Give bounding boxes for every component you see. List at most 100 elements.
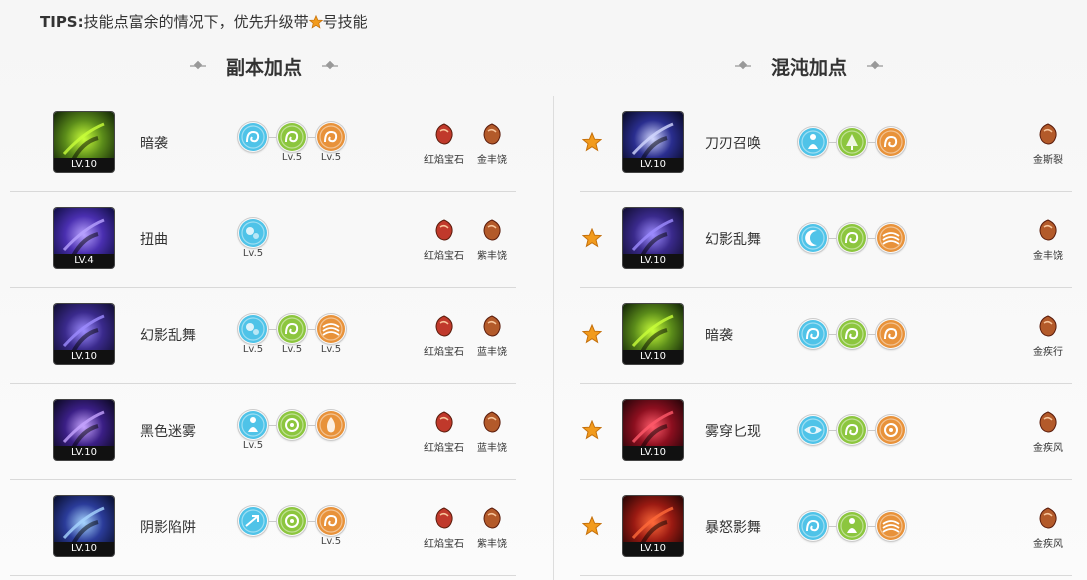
eye-cyan-rune-icon[interactable] bbox=[798, 415, 828, 445]
gem-label: 紫丰饶 bbox=[477, 539, 507, 550]
coil-green-rune-icon[interactable] bbox=[837, 319, 867, 349]
red-gem-icon[interactable] bbox=[432, 314, 456, 338]
row-divider bbox=[580, 479, 1072, 480]
row-divider bbox=[10, 383, 516, 384]
gold-gem-icon[interactable] bbox=[480, 506, 504, 530]
rune-connector bbox=[307, 137, 316, 138]
skill-level-label: LV.10 bbox=[623, 446, 683, 460]
rage-shadow-icon[interactable]: LV.10 bbox=[623, 496, 683, 556]
figure-green-rune-icon[interactable] bbox=[837, 511, 867, 541]
gold-gem-icon[interactable] bbox=[1036, 218, 1060, 242]
gem-label: 红焰宝石 bbox=[424, 251, 464, 262]
skill-name: 暗袭 bbox=[705, 328, 733, 344]
gem-label: 金丰饶 bbox=[1033, 251, 1063, 262]
ring-green-rune-icon[interactable] bbox=[277, 410, 307, 440]
blade-summon-icon[interactable]: LV.10 bbox=[623, 112, 683, 172]
phantom-dance-icon[interactable]: LV.10 bbox=[54, 304, 114, 364]
priority-star-icon bbox=[582, 132, 602, 152]
rune-connector bbox=[867, 526, 876, 527]
swirl-cyan-rune-icon[interactable] bbox=[798, 319, 828, 349]
gold-gem-icon[interactable] bbox=[480, 410, 504, 434]
rune-level: Lv.5 bbox=[320, 344, 342, 355]
decor-left-icon bbox=[733, 61, 753, 71]
rune-connector bbox=[867, 430, 876, 431]
wave-orange-rune-icon[interactable] bbox=[876, 511, 906, 541]
left-section-title: 副本加点 bbox=[226, 56, 303, 79]
rune-connector bbox=[828, 526, 837, 527]
coil-green-rune-icon[interactable] bbox=[277, 122, 307, 152]
figure-cyan-rune-icon[interactable] bbox=[798, 127, 828, 157]
priority-star-icon bbox=[582, 420, 602, 440]
row-divider bbox=[10, 575, 516, 576]
flame-orange-rune-icon[interactable] bbox=[316, 410, 346, 440]
red-gem-icon[interactable] bbox=[432, 410, 456, 434]
rune-connector bbox=[307, 425, 316, 426]
arrow-cyan-rune-icon[interactable] bbox=[238, 506, 268, 536]
wave-orange-rune-icon[interactable] bbox=[876, 223, 906, 253]
gem-label: 金丰饶 bbox=[477, 155, 507, 166]
coil-green-rune-icon[interactable] bbox=[837, 415, 867, 445]
tips-text-before: 技能点富余的情况下，优先升级带 bbox=[83, 13, 309, 31]
gold-gem-icon[interactable] bbox=[1036, 506, 1060, 530]
red-gem-icon[interactable] bbox=[432, 506, 456, 530]
swirl-orange-rune-icon[interactable] bbox=[316, 122, 346, 152]
rune-level: Lv.5 bbox=[281, 344, 303, 355]
swirl-orange-rune-icon[interactable] bbox=[316, 506, 346, 536]
swirl-orange-rune-icon[interactable] bbox=[876, 127, 906, 157]
black-mist-icon[interactable]: LV.10 bbox=[54, 400, 114, 460]
red-gem-icon[interactable] bbox=[432, 218, 456, 242]
dagger-strike-icon[interactable]: LV.10 bbox=[54, 112, 114, 172]
right-section-header: 混沌加点 bbox=[733, 52, 885, 80]
skill-level-label: LV.10 bbox=[623, 254, 683, 268]
moon-cyan-rune-icon[interactable] bbox=[798, 223, 828, 253]
row-divider bbox=[10, 191, 516, 192]
shadow-trap-icon[interactable]: LV.10 bbox=[54, 496, 114, 556]
bubble-cyan-rune-icon[interactable] bbox=[238, 314, 268, 344]
rune-connector bbox=[828, 430, 837, 431]
bubble-cyan-rune-icon[interactable] bbox=[238, 218, 268, 248]
dagger-strike-icon[interactable]: LV.10 bbox=[623, 304, 683, 364]
coil-green-rune-icon[interactable] bbox=[837, 223, 867, 253]
star-icon bbox=[308, 15, 323, 29]
row-divider bbox=[580, 191, 1072, 192]
phantom-dance-icon[interactable]: LV.10 bbox=[623, 208, 683, 268]
rune-connector bbox=[867, 334, 876, 335]
gold-gem-icon[interactable] bbox=[1036, 314, 1060, 338]
skill-name: 暴怒影舞 bbox=[705, 520, 761, 536]
gem-label: 紫丰饶 bbox=[477, 251, 507, 262]
row-divider bbox=[10, 287, 516, 288]
mist-dagger-icon[interactable]: LV.10 bbox=[623, 400, 683, 460]
spiral-orange-rune-icon[interactable] bbox=[876, 415, 906, 445]
coil-cyan-rune-icon[interactable] bbox=[798, 511, 828, 541]
gold-gem-icon[interactable] bbox=[480, 218, 504, 242]
rune-connector bbox=[828, 142, 837, 143]
gem-label: 红焰宝石 bbox=[424, 443, 464, 454]
rune-connector bbox=[268, 137, 277, 138]
spiral-green-rune-icon[interactable] bbox=[277, 506, 307, 536]
gold-gem-icon[interactable] bbox=[480, 314, 504, 338]
twist-icon[interactable]: LV.4 bbox=[54, 208, 114, 268]
gem-label: 蓝丰饶 bbox=[477, 347, 507, 358]
rune-connector bbox=[307, 521, 316, 522]
gem-label: 金疾风 bbox=[1033, 443, 1063, 454]
swirl-orange-rune-icon[interactable] bbox=[876, 319, 906, 349]
skill-level-label: LV.10 bbox=[54, 542, 114, 556]
skill-level-label: LV.10 bbox=[623, 542, 683, 556]
coil-green-rune-icon[interactable] bbox=[277, 314, 307, 344]
skill-name: 刀刃召唤 bbox=[705, 136, 761, 152]
gold-gem-icon[interactable] bbox=[1036, 122, 1060, 146]
red-gem-icon[interactable] bbox=[432, 122, 456, 146]
figure-cyan-rune-icon[interactable] bbox=[238, 410, 268, 440]
left-section-header: 副本加点 bbox=[188, 52, 340, 80]
tips-text: TIPS:技能点富余的情况下，优先升级带 号技能 bbox=[40, 10, 368, 34]
decor-right-icon bbox=[320, 61, 340, 71]
gold-gem-icon[interactable] bbox=[1036, 410, 1060, 434]
rune-connector bbox=[867, 238, 876, 239]
wave-orange-rune-icon[interactable] bbox=[316, 314, 346, 344]
gold-gem-icon[interactable] bbox=[480, 122, 504, 146]
tree-green-rune-icon[interactable] bbox=[837, 127, 867, 157]
decor-left-icon bbox=[188, 61, 208, 71]
gem-label: 蓝丰饶 bbox=[477, 443, 507, 454]
priority-star-icon bbox=[582, 228, 602, 248]
swirl-cyan-rune-icon[interactable] bbox=[238, 122, 268, 152]
